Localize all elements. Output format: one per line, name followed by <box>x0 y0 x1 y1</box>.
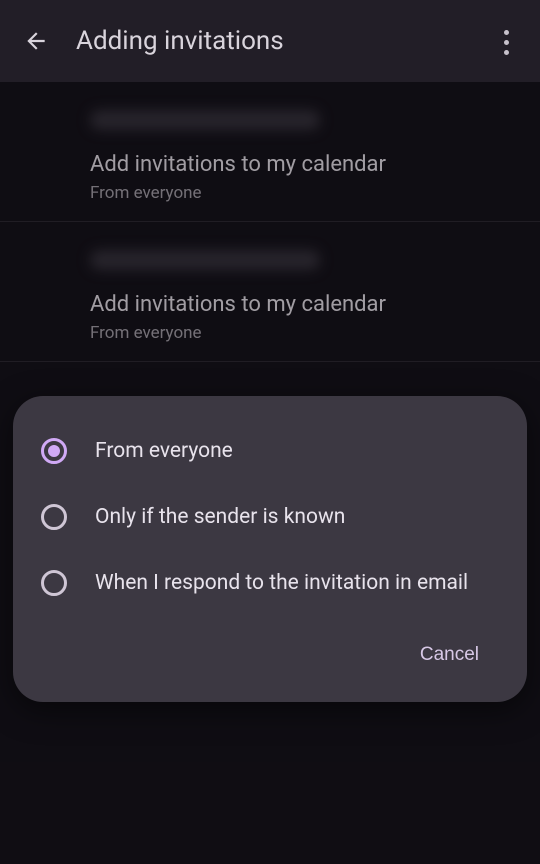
radio-option-sender-known[interactable]: Only if the sender is known <box>35 494 505 560</box>
setting-row[interactable]: Add invitations to my calendar From ever… <box>0 292 540 343</box>
setting-title: Add invitations to my calendar <box>90 152 540 177</box>
radio-option-respond-email[interactable]: When I respond to the invitation in emai… <box>35 560 505 626</box>
radio-button-icon <box>41 438 67 464</box>
dialog-actions: Cancel <box>35 626 505 680</box>
arrow-back-icon <box>23 28 49 54</box>
radio-option-from-everyone[interactable]: From everyone <box>35 428 505 494</box>
radio-button-icon <box>41 504 67 530</box>
account-email-redacted <box>90 250 320 270</box>
page-title: Adding invitations <box>76 26 284 56</box>
account-email-redacted <box>90 110 320 130</box>
cancel-button[interactable]: Cancel <box>408 636 491 674</box>
setting-title: Add invitations to my calendar <box>90 292 540 317</box>
radio-label: From everyone <box>95 439 233 463</box>
app-bar: Adding invitations <box>0 0 540 82</box>
radio-button-icon <box>41 570 67 596</box>
option-dialog: From everyone Only if the sender is know… <box>13 396 527 702</box>
account-section: Add invitations to my calendar From ever… <box>0 82 540 222</box>
radio-label: Only if the sender is known <box>95 505 345 529</box>
setting-subtitle: From everyone <box>90 323 540 343</box>
overflow-menu-button[interactable] <box>482 18 530 66</box>
setting-subtitle: From everyone <box>90 183 540 203</box>
setting-row[interactable]: Add invitations to my calendar From ever… <box>0 152 540 203</box>
back-button[interactable] <box>12 17 60 65</box>
more-vert-icon <box>504 30 509 35</box>
account-section: Add invitations to my calendar From ever… <box>0 222 540 362</box>
radio-label: When I respond to the invitation in emai… <box>95 571 468 595</box>
